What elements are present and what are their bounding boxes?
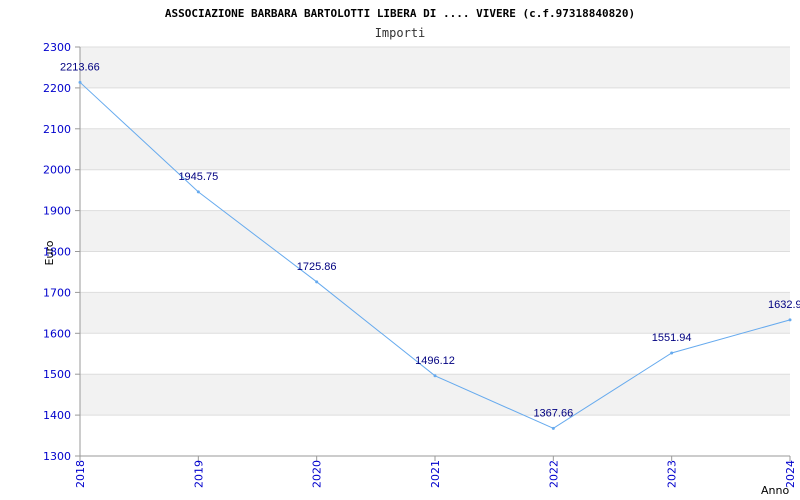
y-tick-label: 1400 [43,409,71,422]
y-axis-title: Euro [43,240,56,265]
y-tick-label: 1900 [43,205,71,218]
chart-subtitle: Importi [375,26,426,40]
x-tick-label: 2023 [666,460,679,488]
data-label: 1725.86 [297,261,337,273]
x-tick-label: 2022 [547,460,560,488]
data-point [315,280,319,284]
y-tick-label: 2200 [43,82,71,95]
grid-band [80,374,790,416]
x-axis-title: Anno [761,484,789,497]
data-point [670,351,674,355]
data-label: 2213.66 [60,61,100,73]
y-tick-label: 2000 [43,164,71,177]
y-tick-label: 2100 [43,123,71,136]
data-point [196,190,200,194]
x-tick-label: 2021 [429,460,442,488]
data-label: 1496.12 [415,355,455,367]
chart-title: ASSOCIAZIONE BARBARA BARTOLOTTI LIBERA D… [165,7,635,20]
chart-page: ASSOCIAZIONE BARBARA BARTOLOTTI LIBERA D… [0,0,800,500]
data-point [551,426,555,430]
grid-band [80,292,790,334]
grid-band [80,47,790,88]
data-label: 1367.66 [533,407,573,419]
y-tick-label: 1700 [43,286,71,299]
data-point [78,80,82,84]
data-point [433,374,437,378]
y-tick-label: 1300 [43,450,71,463]
x-tick-label: 2019 [192,460,205,488]
line-chart: ASSOCIAZIONE BARBARA BARTOLOTTI LIBERA D… [43,7,800,497]
grid-band [80,128,790,170]
data-point [788,318,792,322]
x-axis-ticks: 2018 2019 2020 2021 2022 2023 2024 [74,460,797,488]
y-tick-label: 1500 [43,368,71,381]
y-tick-label: 1600 [43,327,71,340]
x-tick-label: 2020 [311,460,324,488]
x-tick-label: 2018 [74,460,87,488]
data-label: 1945.75 [178,171,218,183]
data-label: 1632.9 [768,299,800,311]
grid-band [80,210,790,252]
y-tick-label: 2300 [43,41,71,54]
data-label: 1551.94 [652,332,692,344]
